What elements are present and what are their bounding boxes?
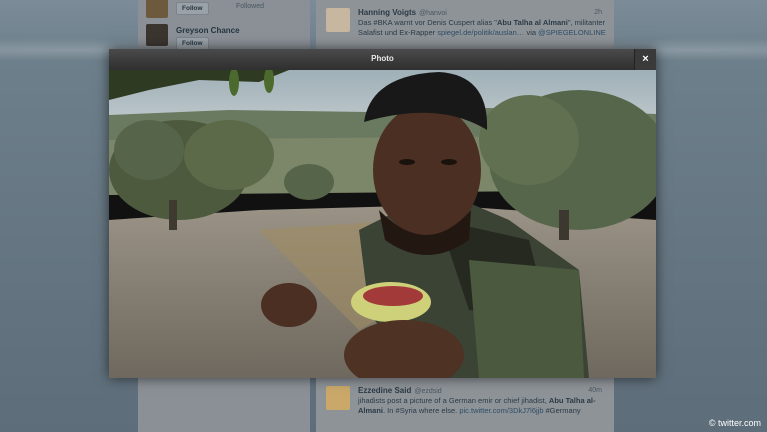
tweet-mention[interactable]: @SPIEGELONLINE [538, 28, 606, 37]
tweet-time[interactable]: 40m [588, 386, 602, 396]
suggestion-name[interactable]: Greyson Chance [176, 26, 240, 35]
avatar [146, 0, 168, 18]
tweet-author-name[interactable]: Ezzedine Said [358, 386, 411, 395]
tweet-hashtag[interactable]: #Germany [544, 406, 581, 415]
avatar [146, 24, 168, 46]
followed-label: Followed [236, 3, 265, 10]
avatar[interactable] [326, 8, 350, 32]
tweet[interactable]: Ezzedine Said @ezdsid 40m jihadists post … [326, 386, 610, 430]
photo-image [109, 70, 656, 378]
tweet-text-part: jihadists post a picture of a German emi… [358, 396, 549, 405]
follow-button[interactable]: Follow [176, 2, 209, 15]
photo-credit: © twitter.com [708, 418, 761, 428]
follow-suggestion: Follow Followed [146, 0, 306, 26]
modal-title: Photo [371, 54, 394, 63]
tweet-text: Das #BKA warnt vor Denis Cuspert alias "… [358, 18, 608, 38]
tweet-text-bold: Abu Talha al Almani [496, 18, 568, 27]
tweet-handle[interactable]: @ezdsid [414, 388, 441, 395]
tweet-time[interactable]: 2h [594, 8, 602, 18]
tweet-text-part: via [524, 28, 539, 37]
tweet-link[interactable]: spiegel.de/politik/auslan… [437, 28, 524, 37]
tweet-handle[interactable]: @hanvoi [419, 10, 447, 17]
avatar[interactable] [326, 386, 350, 410]
follow-suggestion: Greyson Chance Follow [146, 24, 306, 50]
tweet-link[interactable]: pic.twitter.com/3DkJ7l6jjb [459, 406, 543, 415]
tweet-text-part: . In #Syria where else. [383, 406, 460, 415]
tweet-text: jihadists post a picture of a German emi… [358, 396, 608, 416]
tweet-text-part: Das #BKA warnt vor Denis Cuspert alias " [358, 18, 497, 27]
tweet[interactable]: Hanning Voigts @hanvoi 2h Das #BKA warnt … [326, 8, 610, 48]
tweet-author-name[interactable]: Hanning Voigts [358, 8, 416, 17]
photo-illustration [109, 70, 656, 378]
photo-modal: Photo × [109, 49, 656, 378]
modal-header: Photo × [109, 49, 656, 71]
close-icon[interactable]: × [634, 49, 656, 70]
